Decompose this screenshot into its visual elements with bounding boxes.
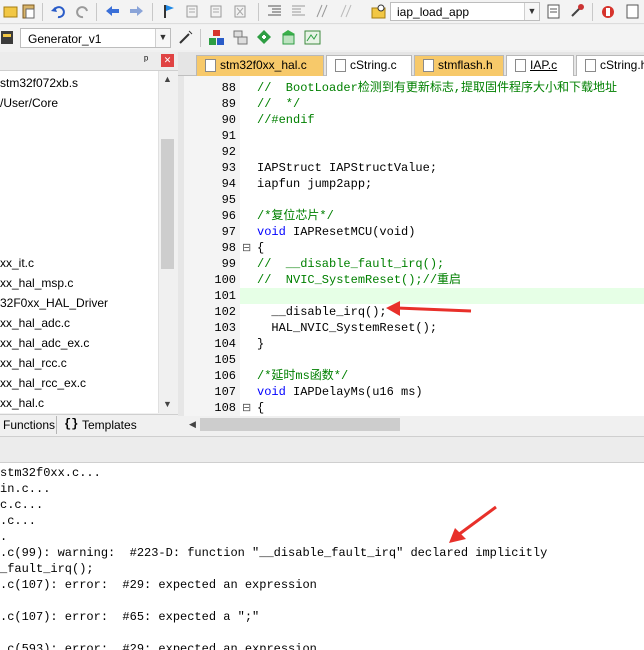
manage-run-icon[interactable] [280,29,297,46]
scrollbar-thumb[interactable] [200,418,400,431]
manage-components-icon[interactable] [569,3,586,20]
tree-item[interactable]: xx_hal.c [0,393,44,413]
bookmark-icon[interactable] [160,3,177,20]
config-select-value: Generator_v1 [28,32,102,46]
editor-horizontal-scrollbar[interactable]: ◀ [184,416,644,433]
run-env-icon[interactable] [256,29,273,46]
indent-icon[interactable] [266,3,283,20]
tree-item[interactable]: xx_hal_adc.c [0,313,70,333]
chevron-down-icon[interactable]: ▼ [155,29,170,47]
bookmark-prev-icon[interactable] [184,3,201,20]
settings-wand-icon[interactable] [177,29,194,46]
project-bottom-tabs: Functions {} Templates [0,414,178,436]
debug-icon[interactable] [600,3,617,20]
select-packs-icon[interactable] [232,29,249,46]
bookmark-clear-icon[interactable] [232,3,249,20]
undo-icon[interactable] [50,3,67,20]
redo-icon[interactable] [74,3,91,20]
tab-label: stm32f0xx_hal.c [220,58,307,72]
pin-icon[interactable]: ᵖ [144,54,148,66]
tab-file[interactable]: stmflash.h [414,55,504,76]
file-icon [423,59,434,73]
target-select-value: iap_load_app [397,5,470,19]
tree-item[interactable]: xx_hal_msp.c [0,273,73,293]
paste-icon[interactable] [20,3,37,20]
uncomment-icon[interactable] [338,3,355,20]
build-output-panel: stm32f0xx.c... in.c... c.c... .c.... .c(99):… [0,463,644,650]
project-tree-scrollbar[interactable]: ▲ ▼ [158,71,175,413]
bookmark-next-icon[interactable] [208,3,225,20]
wizard-icon[interactable] [624,3,641,20]
unindent-icon[interactable] [290,3,307,20]
scroll-left-icon[interactable]: ◀ [184,416,201,433]
manage-book-icon[interactable] [304,29,321,46]
tree-item[interactable]: /User/Core [0,93,58,113]
tab-file[interactable]: IAP.c [506,55,574,76]
tree-item[interactable]: xx_hal_rcc.c [0,353,67,373]
tab-templates[interactable]: Templates [82,418,137,432]
pack-installer-icon[interactable] [208,29,225,46]
code-editor[interactable]: 88 89 90 91 92 93 94 95 96 97 98 99 100 101 102 103 104 1… [184,76,644,416]
main-toolbar: iap_load_app ▼ [0,0,644,24]
tab-label: IAP.c [530,58,558,72]
tab-file[interactable]: stm32f0xx_hal.c [196,55,324,76]
target-options-icon[interactable] [545,3,562,20]
chevron-down-icon[interactable]: ▼ [524,3,539,20]
tree-item[interactable]: stm32f072xb.s [0,73,78,93]
project-tree: stm32f072xb.s/User/Core xx_it.c xx_hal_msp… [0,71,158,413]
file-icon [335,59,346,73]
close-panel-button[interactable]: ✕ [161,54,174,67]
scroll-down-icon[interactable]: ▼ [159,396,176,413]
panel-splitter[interactable] [0,436,644,463]
file-icon [205,59,216,73]
annotation-arrow-editor [386,301,472,316]
tab-label: cString.c [350,58,397,72]
open-icon[interactable] [2,3,19,20]
tree-item[interactable]: xx_it.c [0,253,34,273]
annotation-arrow-output [449,505,497,543]
find-in-files-icon[interactable] [370,3,387,20]
target-select[interactable]: iap_load_app ▼ [390,2,540,21]
file-icon [585,59,596,73]
tree-item[interactable]: 32F0xx_HAL_Driver [0,293,108,313]
comment-icon[interactable] [314,3,331,20]
tab-file[interactable]: cString.c [326,55,412,76]
file-icon [515,59,526,73]
nav-back-icon[interactable] [104,3,121,20]
editor-tab-bar: stm32f0xx_hal.c cString.c stmflash.h IAP.c c… [178,52,644,76]
load-icon[interactable] [0,29,14,46]
tab-functions[interactable]: Functions [3,418,55,432]
project-panel-header: ᵖ ✕ [0,52,178,71]
build-toolbar: Generator_v1 ▼ [0,25,644,50]
scroll-up-icon[interactable]: ▲ [159,71,176,88]
tab-file[interactable]: cString.h [576,55,644,76]
tree-item[interactable]: xx_hal_rcc_ex.c [0,373,86,393]
tab-label: cString.h [600,58,644,72]
nav-forward-icon[interactable] [128,3,145,20]
config-select[interactable]: Generator_v1 ▼ [20,28,171,48]
tree-item[interactable]: xx_hal_adc_ex.c [0,333,89,353]
templates-icon: {} [64,417,79,431]
scrollbar-thumb[interactable] [161,139,174,269]
tab-label: stmflash.h [438,58,493,72]
